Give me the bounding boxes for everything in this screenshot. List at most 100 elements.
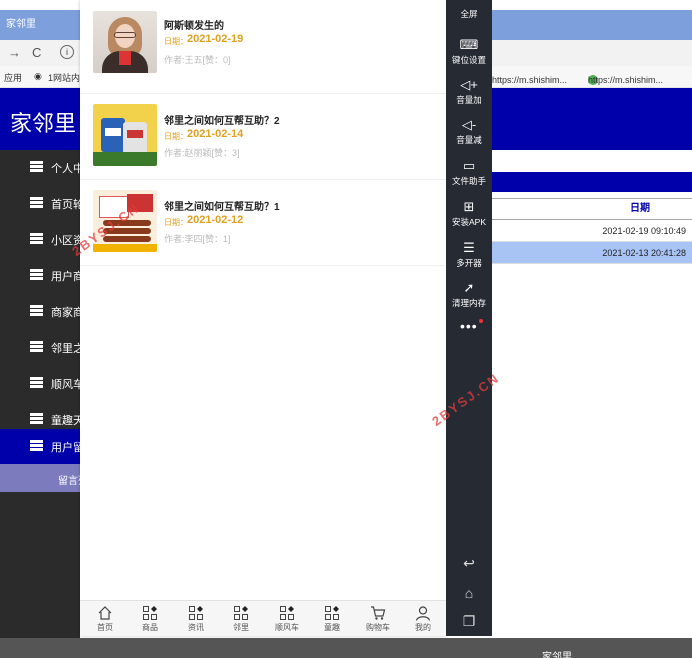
grid-icon <box>143 606 157 620</box>
message-table: 日期 2021-02-19 09:10:49 2021-02-13 20:41:… <box>490 198 692 264</box>
multi-instance-button[interactable]: ☰ 多开器 <box>446 239 492 277</box>
tab-label: 首页 <box>97 623 113 632</box>
tab-goods[interactable]: 商品 <box>127 601 173 637</box>
notification-dot <box>478 319 483 323</box>
tool-label: 清理内存 <box>451 298 486 308</box>
tab-mine[interactable]: 我的 <box>400 601 446 637</box>
cart-icon <box>371 606 386 620</box>
table-cell-date: 2021-02-19 09:10:49 <box>602 226 686 236</box>
menu-icon <box>30 269 43 280</box>
article-title[interactable]: 邻里之间如何互帮互助？1 <box>164 198 280 213</box>
emulator-toolbar: 全屏 ⌨ 键位设置 ◁+ 音量加 ◁- 音量减 ▭ 文件助手 ⊞ 安装APK ☰… <box>446 0 492 636</box>
date-label: 日期： <box>164 132 188 141</box>
home-icon <box>98 606 112 620</box>
menu-icon <box>30 305 43 316</box>
clean-memory-button[interactable]: ➚ 清理内存 <box>446 279 492 317</box>
tab-neighbors[interactable]: 邻里 <box>218 601 264 637</box>
date-label: 日期： <box>164 37 188 46</box>
tool-label: 多开器 <box>456 258 482 268</box>
tab-label: 商品 <box>142 623 158 632</box>
table-header-date[interactable]: 日期 <box>490 198 692 220</box>
sidebar-item-personal-center[interactable]: 个人中心 <box>0 150 95 186</box>
table-cell-date: 2021-02-13 20:41:28 <box>602 248 686 258</box>
phone-screen: 阿斯顿发生的 日期： 2021-02-19 作者:王五[赞：0] 邻里之间如何互… <box>80 0 446 636</box>
keymap-button[interactable]: ⌨ 键位设置 <box>446 36 492 74</box>
menu-icon <box>30 341 43 352</box>
admin-panel-header <box>490 172 692 192</box>
home-icon: ⌂ <box>464 585 474 601</box>
table-row[interactable]: 2021-02-13 20:41:28 <box>490 242 692 264</box>
globe-icon: ◉ <box>34 71 42 81</box>
grid-icon <box>234 606 248 620</box>
more-icon: ••• <box>460 318 478 334</box>
article-author: 作者:赵丽颖[赞：3] <box>164 148 240 158</box>
rocket-icon: ➚ <box>463 280 475 295</box>
sidebar-item-merchant-goods[interactable]: 商家商品 <box>0 294 95 330</box>
tab-label: 资讯 <box>188 623 204 632</box>
monitor-icon: ▭ <box>462 158 476 173</box>
article-thumbnail[interactable] <box>93 104 157 166</box>
tab-label: 童趣 <box>324 623 340 632</box>
sidebar-item-neighbors[interactable]: 邻里之间 <box>0 330 95 366</box>
list-item[interactable]: 邻里之间如何互帮互助？2 日期： 2021-02-14 作者:赵丽颖[赞：3] <box>80 94 446 180</box>
back-button[interactable]: ↩ <box>446 552 492 574</box>
menu-icon <box>30 233 43 244</box>
tab-kids[interactable]: 童趣 <box>309 601 355 637</box>
keyboard-icon: ⌨ <box>459 37 479 52</box>
article-title[interactable]: 邻里之间如何互帮互助？2 <box>164 112 280 127</box>
admin-site-title: 家邻里 <box>10 111 77 136</box>
tab-news[interactable]: 资讯 <box>173 601 219 637</box>
tool-label: 键位设置 <box>451 55 486 65</box>
volume-down-button[interactable]: ◁- 音量减 <box>446 116 492 154</box>
sidebar-item-news[interactable]: 小区资讯 <box>0 222 95 258</box>
sidebar-item-carousel[interactable]: 首页轮播 <box>0 186 95 222</box>
home-button[interactable]: ⌂ <box>446 582 492 604</box>
install-icon: ⊞ <box>463 199 475 214</box>
bottom-tab-bar: 首页 商品 资讯 邻里 顺风车 童趣 购物车 我的 <box>80 600 446 636</box>
reload-icon[interactable]: C <box>32 45 41 61</box>
screenshot-root: 家邻里 → C i 应用 ◉ 1网站内 https://m.shishim...… <box>0 0 692 658</box>
bookmark-site[interactable]: 1网站内 <box>48 71 80 84</box>
sidebar-subitem-message-list[interactable]: 留言列表 <box>0 464 98 492</box>
article-date: 2021-02-12 <box>187 214 244 226</box>
article-title[interactable]: 阿斯顿发生的 <box>164 17 224 32</box>
menu-icon <box>30 377 43 388</box>
sidebar-item-user-goods[interactable]: 用户商品 <box>0 258 95 294</box>
menu-icon <box>30 161 43 172</box>
grid-icon <box>189 606 203 620</box>
bookmark-label: https://m.shishim... <box>492 75 568 85</box>
bookmark-label: https://m.shishim... <box>588 75 664 85</box>
sidebar-item-messages[interactable]: 用户留言 <box>0 429 95 465</box>
tab-label: 购物车 <box>366 623 390 632</box>
tab-home[interactable]: 首页 <box>82 601 128 637</box>
volume-up-button[interactable]: ◁+ 音量加 <box>446 76 492 114</box>
site-info-icon[interactable]: i <box>60 45 74 59</box>
list-item[interactable]: 邻里之间如何互帮互助？1 日期： 2021-02-12 作者:李四[赞：1] <box>80 180 446 266</box>
menu-icon <box>30 413 43 424</box>
table-row[interactable]: 2021-02-19 09:10:49 <box>490 220 692 242</box>
recent-apps-button[interactable]: ❐ <box>446 610 492 632</box>
article-date: 2021-02-19 <box>187 33 244 45</box>
file-assistant-button[interactable]: ▭ 文件助手 <box>446 157 492 195</box>
forward-icon[interactable]: → <box>8 45 21 61</box>
grid-icon <box>325 606 339 620</box>
article-date: 2021-02-14 <box>187 128 244 140</box>
footer-text: 家邻里 <box>542 652 572 658</box>
tab-carpool[interactable]: 顺风车 <box>264 601 310 637</box>
list-item[interactable]: 阿斯顿发生的 日期： 2021-02-19 作者:王五[赞：0] <box>80 8 446 94</box>
tab-cart[interactable]: 购物车 <box>355 601 401 637</box>
tool-label: 音量加 <box>456 95 482 105</box>
article-thumbnail[interactable] <box>93 11 157 73</box>
sidebar-item-carpool[interactable]: 顺风车 <box>0 366 84 402</box>
grid-icon <box>280 606 294 620</box>
more-button[interactable]: ••• <box>460 318 483 334</box>
user-icon <box>415 606 431 621</box>
tool-label: 安装APK <box>451 217 486 227</box>
recent-apps-icon: ❐ <box>462 613 476 629</box>
admin-footer: 家邻里 <box>0 638 692 658</box>
tab-label: 邻里 <box>233 623 249 632</box>
menu-icon <box>30 440 43 451</box>
install-apk-button[interactable]: ⊞ 安装APK <box>446 198 492 236</box>
volume-up-icon: ◁+ <box>460 77 478 92</box>
bookmark-apps[interactable]: 应用 <box>4 71 22 84</box>
